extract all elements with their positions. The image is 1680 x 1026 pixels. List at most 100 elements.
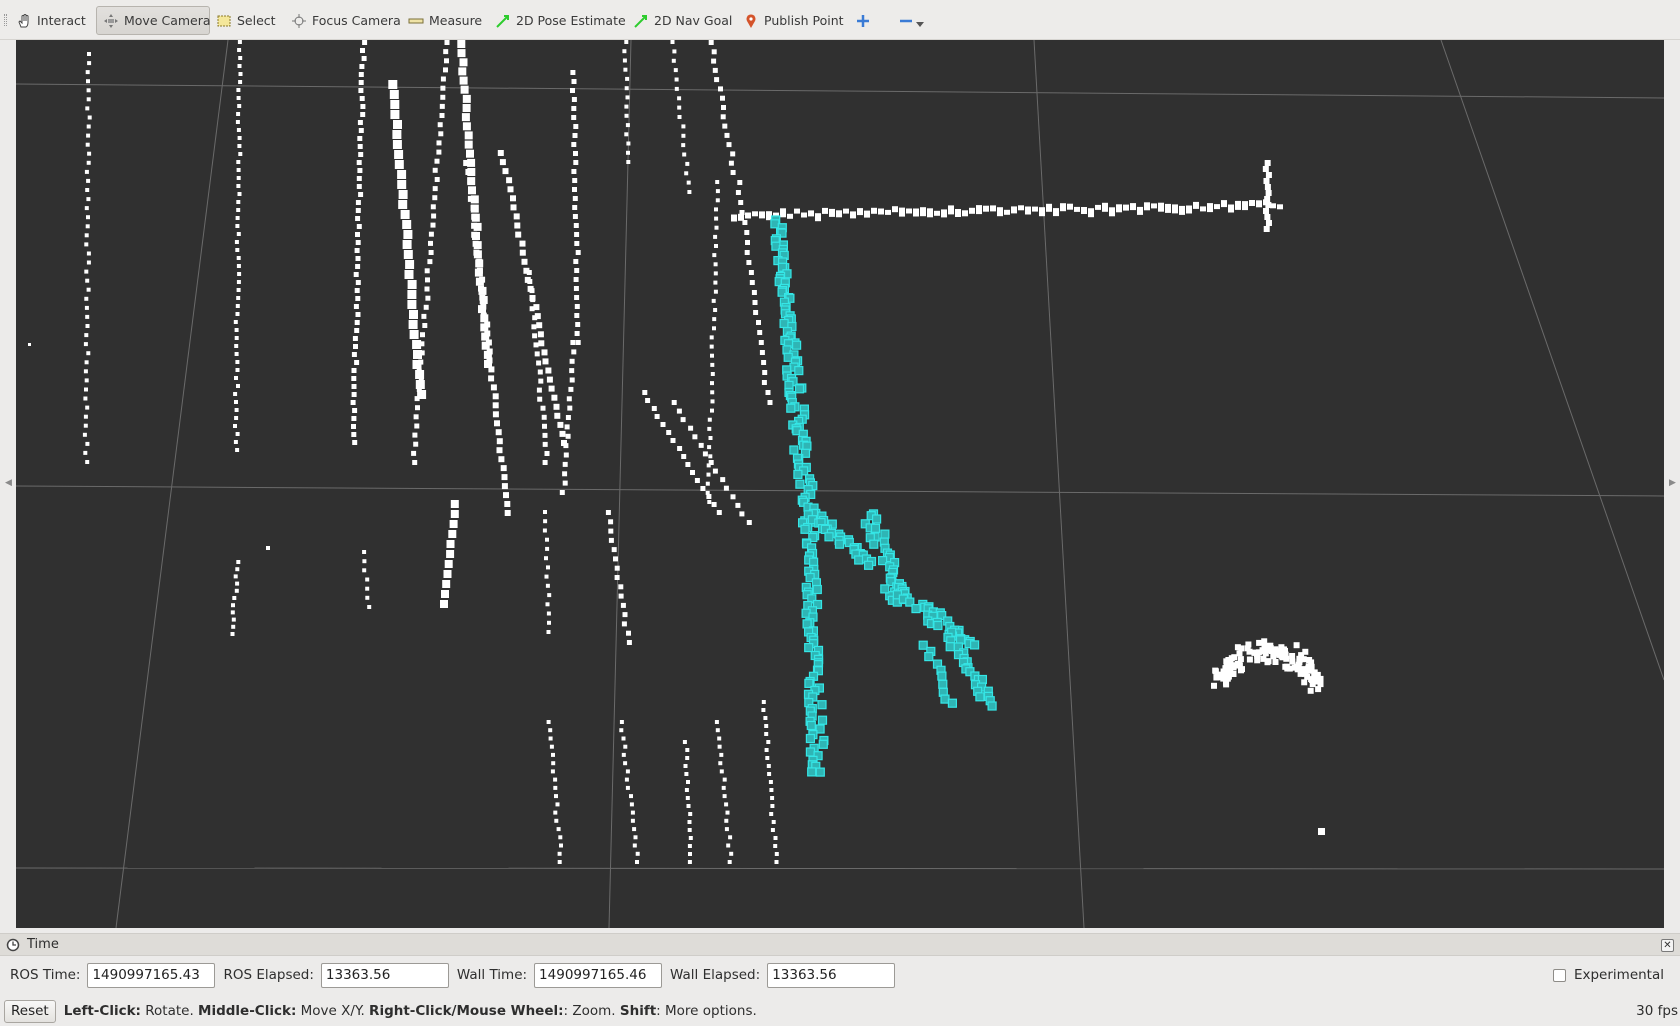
scan-point (472, 240, 479, 247)
scan-point (720, 114, 726, 120)
tracked-point (880, 529, 890, 539)
scan-point (685, 796, 690, 800)
wall-time-field[interactable] (534, 962, 663, 988)
tracked-point (911, 603, 921, 614)
scan-point (545, 583, 550, 588)
scan-point (618, 593, 624, 599)
scan-point (765, 390, 771, 395)
scan-point (752, 300, 758, 305)
experimental-option[interactable]: Experimental (1552, 967, 1664, 983)
scan-point (684, 772, 689, 776)
scan-point (574, 232, 580, 237)
scan-point (238, 56, 243, 60)
scan-point (1283, 655, 1290, 662)
scan-point (1265, 190, 1272, 196)
nav-goal-arrow-icon (634, 14, 647, 28)
tool-publish-point[interactable]: Publish Point (737, 6, 850, 35)
scan-point (997, 207, 1003, 217)
ros-elapsed-field[interactable] (320, 962, 449, 988)
scan-point (236, 256, 241, 260)
tracked-point (805, 733, 816, 744)
scan-point (708, 40, 714, 45)
scan-point (87, 61, 92, 66)
scan-point (843, 208, 849, 214)
dropdown-icon[interactable] (916, 20, 924, 28)
scan-point (437, 122, 443, 128)
scan-point (1158, 202, 1164, 212)
scan-point (529, 288, 535, 294)
scan-point (235, 224, 240, 228)
scan-point (83, 342, 88, 347)
tool-focus-camera[interactable]: Focus Camera (285, 6, 407, 35)
scan-point (409, 310, 418, 319)
scan-point (234, 344, 239, 348)
tool-measure[interactable]: Measure (402, 6, 488, 35)
scan-point (685, 462, 691, 467)
scan-point (713, 262, 718, 267)
scan-point (231, 603, 235, 608)
scan-point (87, 151, 92, 156)
scan-point (549, 744, 554, 749)
experimental-checkbox[interactable] (1552, 968, 1566, 982)
collapse-left-icon[interactable]: ◀ (5, 478, 13, 488)
tracked-point (918, 640, 928, 650)
reset-button[interactable]: Reset (4, 999, 56, 1023)
scan-point (543, 510, 547, 514)
scan-point (238, 72, 243, 76)
scan-point (730, 494, 736, 500)
scan-point (688, 836, 693, 840)
scan-point (725, 810, 730, 815)
tool-2d-nav-goal[interactable]: 2D Nav Goal (627, 6, 738, 35)
scan-point (541, 349, 548, 356)
scan-point (354, 360, 360, 365)
scan-point (550, 769, 555, 774)
scan-point (360, 112, 366, 117)
scan-point (1265, 172, 1272, 178)
scan-point (899, 207, 905, 217)
scan-point (716, 510, 722, 515)
scan-point (681, 143, 686, 148)
scan-point (355, 240, 361, 245)
add-tool-button[interactable] (850, 6, 876, 35)
close-icon[interactable]: ✕ (1661, 939, 1674, 952)
scan-point (715, 728, 720, 733)
toolbar-grip[interactable] (4, 14, 7, 26)
scan-point (731, 214, 737, 222)
scan-point (765, 756, 770, 760)
scan-point (544, 556, 548, 561)
remove-tool-button[interactable] (893, 6, 930, 35)
scan-point (388, 80, 398, 89)
tool-2d-pose-estimate[interactable]: 2D Pose Estimate (489, 6, 632, 35)
tool-select[interactable]: Select (210, 6, 282, 35)
tool-interact[interactable]: Interact (10, 6, 92, 35)
ros-time-field[interactable] (87, 962, 216, 988)
scan-point (407, 300, 417, 309)
scan-point (694, 478, 700, 483)
scan-point (392, 140, 402, 149)
tool-move-camera[interactable]: Move Camera (96, 6, 211, 35)
scan-point (738, 200, 744, 205)
scan-point (84, 169, 89, 174)
3d-render-viewport[interactable] (16, 40, 1664, 928)
scan-point (84, 206, 89, 211)
scan-point (412, 460, 418, 465)
scan-point (687, 190, 692, 194)
scan-point (407, 290, 417, 299)
scan-point (767, 400, 773, 405)
scan-point (361, 56, 367, 61)
scan-point (619, 728, 624, 733)
scan-point (480, 303, 487, 310)
scan-point (710, 353, 714, 358)
point-cloud-scene[interactable] (16, 40, 1664, 928)
scan-point (432, 167, 438, 173)
scan-point (714, 216, 719, 221)
wall-elapsed-field[interactable] (767, 962, 896, 988)
tracked-point (817, 700, 827, 710)
collapse-right-icon[interactable]: ▶ (1669, 478, 1677, 488)
scan-point (358, 128, 364, 133)
scan-point (408, 320, 418, 329)
scan-point (1211, 682, 1217, 689)
scan-point (715, 189, 720, 194)
scan-point (1227, 658, 1234, 665)
scan-point (351, 392, 357, 397)
